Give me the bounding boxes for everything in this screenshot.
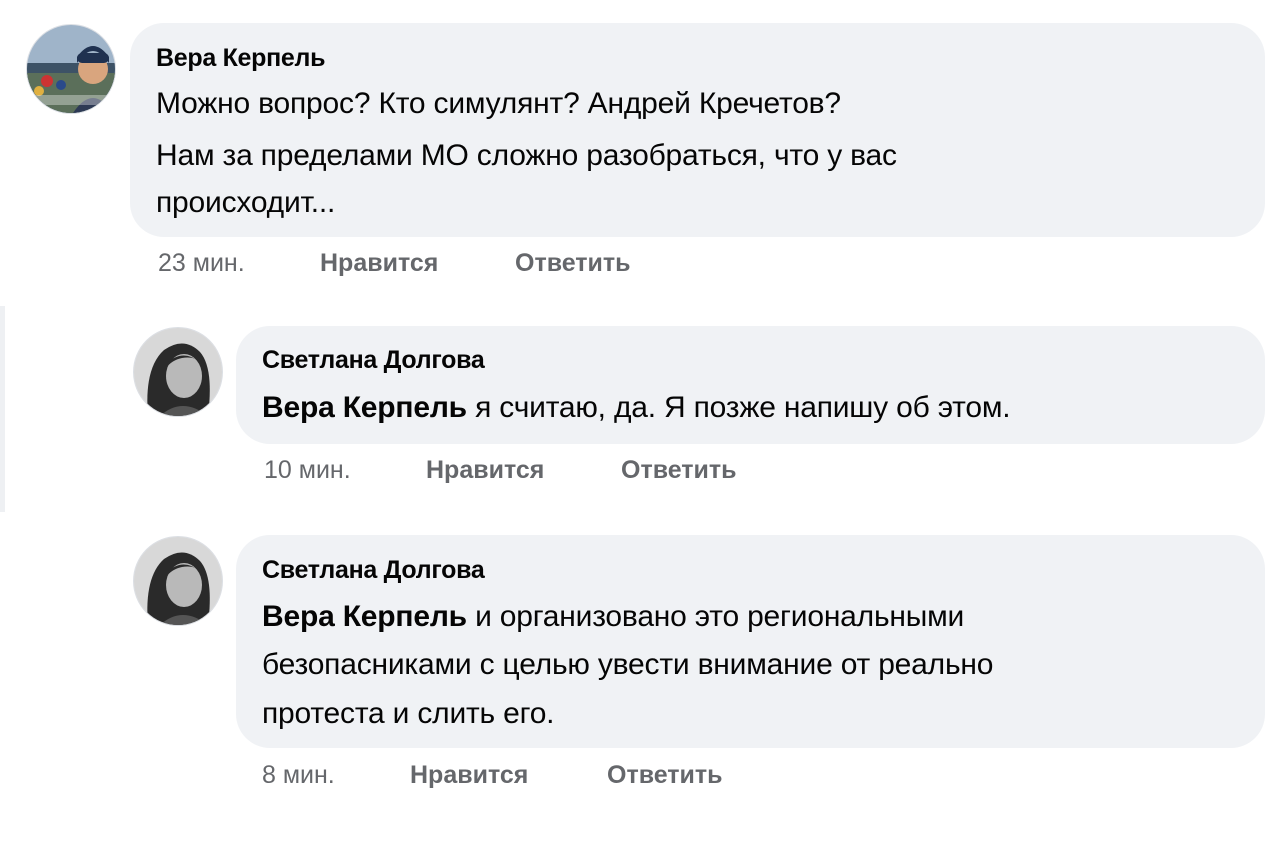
comment-text-line: Можно вопрос? Кто симулянт? Андрей Крече…: [156, 87, 841, 120]
mention-link[interactable]: Вера Керпель: [262, 600, 467, 633]
comment-author[interactable]: Светлана Долгова: [262, 346, 485, 375]
avatar-photo: [134, 537, 222, 625]
thread-edge-strip: [0, 306, 5, 512]
comment-text-line: протеста и слить его.: [262, 697, 555, 730]
comment-text: я считаю, да. Я позже напишу об этом.: [475, 391, 1011, 424]
avatar[interactable]: [133, 536, 223, 626]
comment-text: и организовано это региональными: [475, 600, 965, 633]
like-button[interactable]: Нравится: [426, 456, 544, 485]
comment-text-line: безопасниками с целью увести внимание от…: [262, 648, 994, 681]
avatar-photo: [27, 25, 115, 113]
reply-button[interactable]: Ответить: [515, 249, 631, 278]
comment-meta: 8 мин. Нравится Ответить: [262, 761, 723, 790]
comment-thread: Вера Керпель Можно вопрос? Кто симулянт?…: [0, 0, 1280, 867]
comment-text-line: Вера Керпель я считаю, да. Я позже напиш…: [262, 391, 1011, 425]
comment-text-line: Вера Керпель и организовано это регионал…: [262, 600, 964, 634]
comment-timestamp[interactable]: 23 мин.: [158, 249, 245, 277]
avatar[interactable]: [133, 327, 223, 417]
like-button[interactable]: Нравится: [410, 761, 528, 790]
like-button[interactable]: Нравится: [320, 249, 438, 278]
avatar-photo: [134, 328, 222, 416]
comment-author[interactable]: Светлана Долгова: [262, 556, 485, 585]
comment-text-line: происходит...: [156, 186, 336, 219]
comment-text-line: Нам за пределами МО сложно разобраться, …: [156, 139, 897, 172]
comment-meta: 23 мин. Нравится Ответить: [158, 249, 631, 278]
comment-timestamp[interactable]: 10 мин.: [264, 456, 351, 484]
comment-timestamp[interactable]: 8 мин.: [262, 761, 335, 789]
reply-button[interactable]: Ответить: [607, 761, 723, 790]
comment-bubble: [236, 326, 1265, 444]
comment-author[interactable]: Вера Керпель: [156, 44, 325, 73]
reply-button[interactable]: Ответить: [621, 456, 737, 485]
avatar[interactable]: [26, 24, 116, 114]
comment-meta: 10 мин. Нравится Ответить: [264, 456, 737, 485]
mention-link[interactable]: Вера Керпель: [262, 391, 467, 424]
